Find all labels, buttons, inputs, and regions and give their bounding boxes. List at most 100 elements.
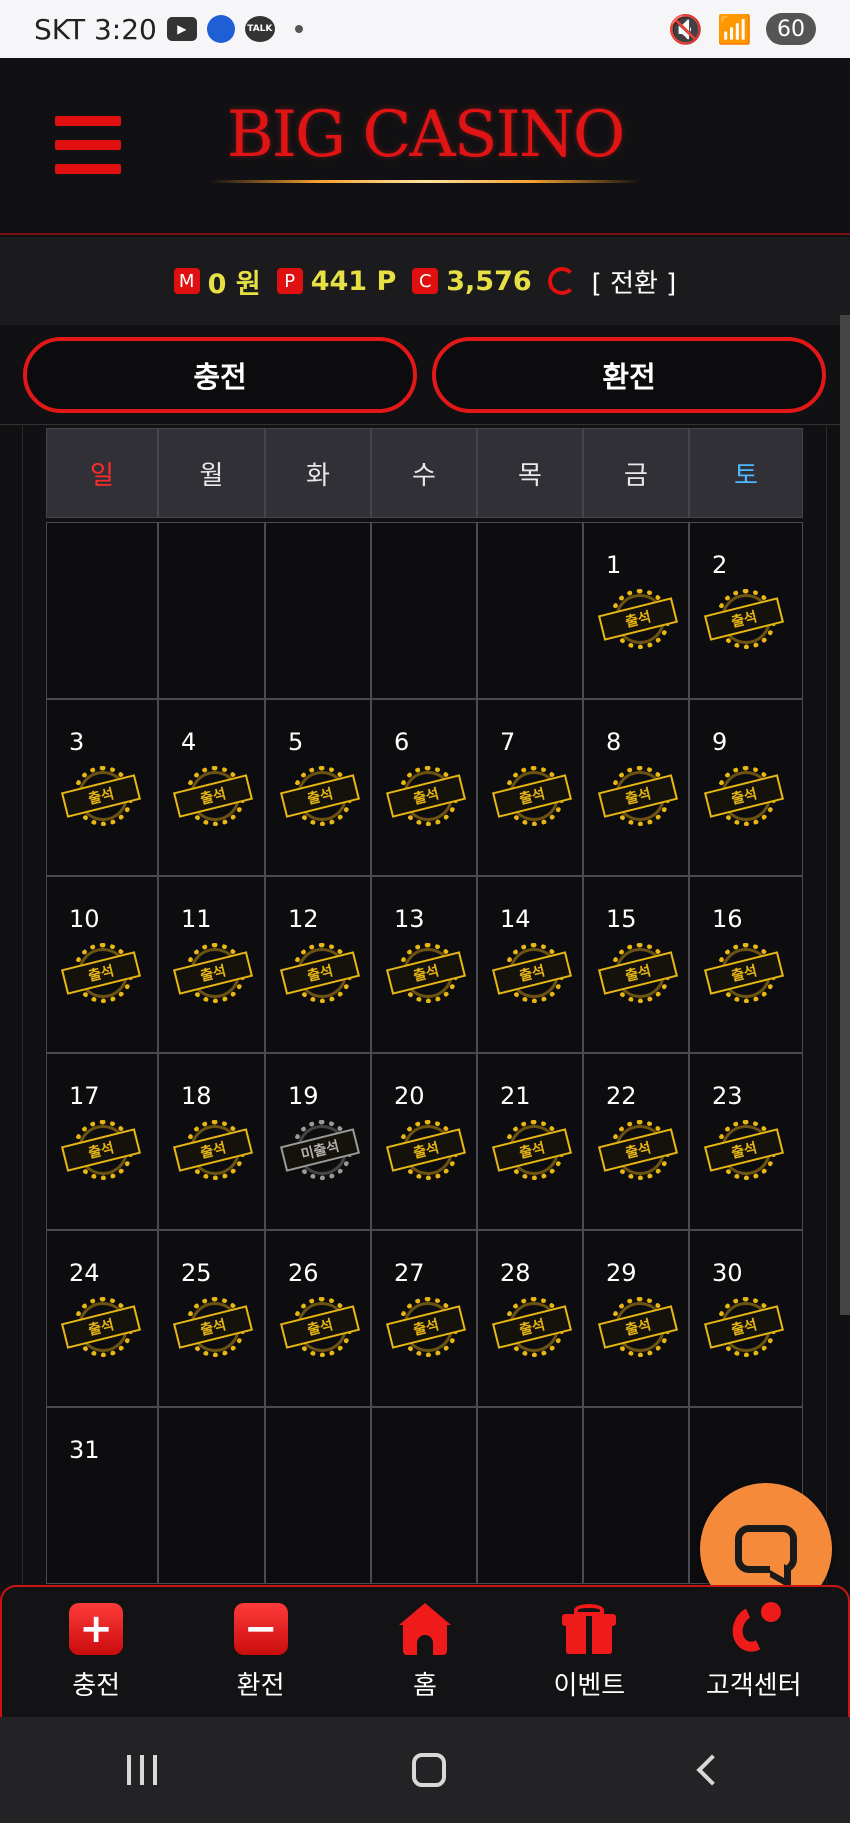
- scrollbar[interactable]: [840, 315, 850, 1315]
- day-number: 28: [500, 1259, 531, 1287]
- weekday-wed: 수: [371, 428, 477, 518]
- calendar-day[interactable]: 9 출석: [689, 699, 803, 876]
- refresh-icon[interactable]: [547, 267, 576, 295]
- calendar-day[interactable]: 29 출석: [583, 1230, 689, 1407]
- nav-label: 환전: [236, 1670, 285, 1701]
- attendance-stamp-icon: 출석: [172, 1297, 254, 1359]
- mute-icon: 🔇: [668, 12, 704, 46]
- attendance-stamp-icon: 출석: [172, 766, 254, 828]
- day-number: 22: [606, 1082, 637, 1110]
- nav-home[interactable]: 홈: [350, 1602, 500, 1702]
- nav-support[interactable]: 고객센터: [679, 1600, 829, 1702]
- calendar-day[interactable]: 6 출석: [371, 699, 477, 876]
- day-number: 31: [69, 1436, 100, 1464]
- nav-event[interactable]: 이벤트: [514, 1603, 664, 1702]
- calendar-day[interactable]: 27 출석: [371, 1230, 477, 1407]
- attendance-stamp-icon: 출석: [279, 766, 361, 828]
- weekday-tue: 화: [265, 428, 371, 518]
- weekday-sun: 일: [46, 428, 158, 518]
- day-number: 11: [181, 905, 212, 933]
- day-number: 3: [69, 728, 85, 756]
- calendar-day[interactable]: 16 출석: [689, 876, 803, 1053]
- calendar-day[interactable]: 23 출석: [689, 1053, 803, 1230]
- day-number: 15: [606, 905, 637, 933]
- nav-label: 충전: [72, 1670, 121, 1701]
- calendar-day: [583, 1407, 689, 1584]
- attendance-stamp-icon: 출석: [385, 943, 467, 1005]
- attendance-stamp-icon: 출석: [60, 1297, 142, 1359]
- calendar-day[interactable]: 8 출석: [583, 699, 689, 876]
- attendance-stamp-icon: 출석: [597, 766, 679, 828]
- calendar-day: [46, 522, 158, 699]
- calendar-day[interactable]: 26 출석: [265, 1230, 371, 1407]
- exchange-button[interactable]: 환전: [432, 337, 826, 413]
- attendance-stamp-icon: 출석: [491, 1297, 573, 1359]
- day-number: 1: [606, 551, 622, 579]
- calendar-day[interactable]: 4 출석: [158, 699, 265, 876]
- calendar-day[interactable]: 14 출석: [477, 876, 583, 1053]
- calendar-day[interactable]: 24 출석: [46, 1230, 158, 1407]
- attendance-stamp-icon: 출석: [597, 589, 679, 651]
- convert-link[interactable]: [ 전환 ]: [592, 263, 677, 300]
- calendar-day[interactable]: 15 출석: [583, 876, 689, 1053]
- day-number: 19: [288, 1082, 319, 1110]
- nav-exchange[interactable]: − 환전: [186, 1602, 336, 1702]
- calendar-day[interactable]: 7 출석: [477, 699, 583, 876]
- calendar-day: [158, 1407, 265, 1584]
- calendar-day[interactable]: 3 출석: [46, 699, 158, 876]
- coin-badge-icon: C: [412, 268, 439, 294]
- calendar-day: [158, 522, 265, 699]
- day-number: 4: [181, 728, 197, 756]
- nav-label: 홈: [413, 1670, 437, 1701]
- youtube-icon: ▶: [166, 17, 197, 41]
- calendar-day[interactable]: 18 출석: [158, 1053, 265, 1230]
- day-number: 29: [606, 1259, 637, 1287]
- calendar-day[interactable]: 19 미출석: [265, 1053, 371, 1230]
- calendar-day[interactable]: 21 출석: [477, 1053, 583, 1230]
- back-icon[interactable]: [696, 1754, 728, 1786]
- calendar-day[interactable]: 2 출석: [689, 522, 803, 699]
- chat-icon: [735, 1525, 797, 1573]
- absent-stamp-icon: 미출석: [279, 1120, 361, 1182]
- day-number: 5: [288, 728, 304, 756]
- calendar-day[interactable]: 28 출석: [477, 1230, 583, 1407]
- day-number: 30: [712, 1259, 743, 1287]
- charge-button[interactable]: 충전: [23, 337, 417, 413]
- attendance-stamp-icon: 출석: [703, 1120, 785, 1182]
- site-header: BIG CASINO: [0, 58, 850, 235]
- gift-icon: [562, 1603, 617, 1654]
- calendar-day[interactable]: 20 출석: [371, 1053, 477, 1230]
- calendar-day[interactable]: 13 출석: [371, 876, 477, 1053]
- calendar-day[interactable]: 17 출석: [46, 1053, 158, 1230]
- point-badge-icon: P: [276, 268, 303, 294]
- weekday-thu: 목: [477, 428, 583, 518]
- home-button-icon[interactable]: [411, 1753, 446, 1787]
- calendar-day[interactable]: 30 출석: [689, 1230, 803, 1407]
- weekday-mon: 월: [158, 428, 265, 518]
- calendar-day[interactable]: 22 출석: [583, 1053, 689, 1230]
- calendar-day[interactable]: 25 출석: [158, 1230, 265, 1407]
- attendance-stamp-icon: 출석: [491, 1120, 573, 1182]
- menu-icon[interactable]: [55, 116, 121, 174]
- nav-charge[interactable]: + 충전: [21, 1602, 171, 1702]
- calendar-day[interactable]: 31: [46, 1407, 158, 1584]
- calendar-day: [265, 1407, 371, 1584]
- browser-icon: [206, 15, 235, 43]
- day-number: 25: [181, 1259, 212, 1287]
- calendar-day[interactable]: 5 출석: [265, 699, 371, 876]
- calendar-day[interactable]: 11 출석: [158, 876, 265, 1053]
- calendar-day[interactable]: 12 출석: [265, 876, 371, 1053]
- weekday-fri: 금: [583, 428, 689, 518]
- calendar-day[interactable]: 1 출석: [583, 522, 689, 699]
- day-number: 18: [181, 1082, 212, 1110]
- site-logo[interactable]: BIG CASINO: [205, 98, 645, 172]
- day-number: 10: [69, 905, 100, 933]
- day-number: 20: [394, 1082, 425, 1110]
- calendar-day[interactable]: 10 출석: [46, 876, 158, 1053]
- balance-bar: M 0 원 P 441 P C 3,576 [ 전환 ]: [0, 237, 850, 325]
- attendance-stamp-icon: 출석: [703, 766, 785, 828]
- attendance-stamp-icon: 출석: [279, 943, 361, 1005]
- point-value: 441 P: [310, 265, 397, 297]
- recent-apps-icon[interactable]: [127, 1755, 158, 1785]
- attendance-calendar: 일 월 화 수 목 금 토 1 출석 2 출석 3 출석 4 출석 5 출석 6 출석 7 출석 8 출석 9 출…: [46, 428, 803, 1584]
